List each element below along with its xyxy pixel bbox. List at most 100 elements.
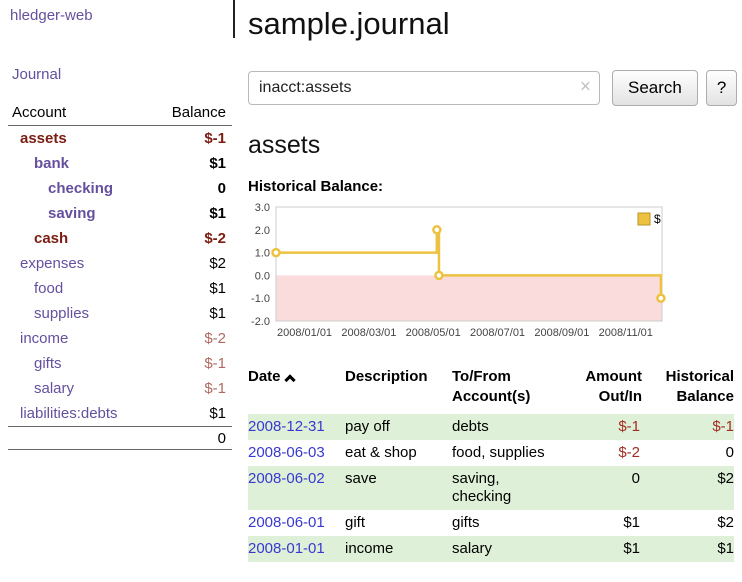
account-link-gifts[interactable]: gifts — [34, 355, 62, 372]
svg-text:2008/07/01: 2008/07/01 — [470, 327, 525, 339]
register-description: pay off — [345, 414, 452, 440]
register-accounts: gifts — [452, 510, 570, 536]
register-row: 2008-06-02 save saving, checking 0 $2 — [248, 466, 734, 510]
account-link-food[interactable]: food — [34, 280, 63, 297]
svg-text:-1.0: -1.0 — [251, 293, 270, 305]
account-link-assets[interactable]: assets — [20, 130, 67, 147]
account-balance: $-1 — [204, 380, 232, 397]
account-link-salary[interactable]: salary — [34, 380, 74, 397]
account-link-income[interactable]: income — [20, 330, 68, 347]
register-balance: $1 — [642, 536, 734, 562]
sidebar: hledger-web Journal Account Balance asse… — [0, 0, 236, 582]
register-header-date[interactable]: Date — [248, 367, 345, 414]
svg-text:2008/03/01: 2008/03/01 — [341, 327, 396, 339]
register-accounts: salary — [452, 536, 570, 562]
accounts-header-balance: Balance — [172, 104, 232, 121]
search-box: × — [248, 71, 600, 105]
account-row: liabilities:debts $1 — [8, 401, 232, 426]
svg-text:1.0: 1.0 — [255, 248, 270, 260]
register-amount: $1 — [570, 510, 642, 536]
account-row: income $-2 — [8, 326, 232, 351]
account-row: supplies $1 — [8, 301, 232, 326]
account-balance: $1 — [209, 155, 232, 172]
register-date-link[interactable]: 2008-12-31 — [248, 418, 325, 435]
account-row: bank $1 — [8, 151, 232, 176]
svg-text:3.0: 3.0 — [255, 202, 270, 214]
accounts-header-account: Account — [12, 104, 66, 121]
account-link-saving[interactable]: saving — [48, 205, 96, 222]
register-row: 2008-12-31 pay off debts $-1 $-1 — [248, 414, 734, 440]
sort-ascending-icon — [284, 374, 295, 385]
account-balance: $-1 — [204, 130, 232, 147]
account-link-cash[interactable]: cash — [34, 230, 68, 247]
account-row: gifts $-1 — [8, 351, 232, 376]
clear-search-icon[interactable]: × — [580, 77, 591, 99]
account-balance: $-2 — [204, 230, 232, 247]
divider — [233, 0, 235, 38]
register-header-amount: Amount Out/In — [570, 367, 642, 414]
help-button[interactable]: ? — [706, 70, 737, 106]
account-link-liabilities-debts[interactable]: liabilities:debts — [20, 405, 118, 422]
account-row: assets $-1 — [8, 126, 232, 151]
register-header-description: Description — [345, 367, 452, 414]
svg-text:-2.0: -2.0 — [251, 316, 270, 328]
svg-text:2008/09/01: 2008/09/01 — [534, 327, 589, 339]
register-balance: $-1 — [642, 414, 734, 440]
account-row: salary $-1 — [8, 376, 232, 401]
account-row: food $1 — [8, 276, 232, 301]
register-header-balance: Historical Balance — [642, 367, 734, 414]
account-row: cash $-2 — [8, 226, 232, 251]
account-row: saving $1 — [8, 201, 232, 226]
svg-text:2.0: 2.0 — [255, 225, 270, 237]
register-header-accounts: To/From Account(s) — [452, 367, 570, 414]
register-balance: $2 — [642, 466, 734, 510]
account-link-bank[interactable]: bank — [34, 155, 69, 172]
register-accounts: debts — [452, 414, 570, 440]
svg-text:$: $ — [654, 212, 661, 226]
account-balance: $-1 — [204, 355, 232, 372]
account-balance: $2 — [209, 255, 232, 272]
register-balance: $2 — [642, 510, 734, 536]
svg-text:2008/11/01: 2008/11/01 — [599, 327, 653, 339]
register-date-link[interactable]: 2008-06-02 — [248, 470, 325, 487]
svg-text:2008/01/01: 2008/01/01 — [277, 327, 332, 339]
account-link-supplies[interactable]: supplies — [34, 305, 89, 322]
register-accounts: food, supplies — [452, 440, 570, 466]
accounts-total-row: 0 — [8, 426, 232, 450]
register-amount: $-2 — [570, 440, 642, 466]
search-bar: × Search ? — [248, 70, 736, 106]
svg-text:2008/05/01: 2008/05/01 — [406, 327, 461, 339]
app-title-link[interactable]: hledger-web — [10, 7, 93, 24]
account-link-checking[interactable]: checking — [48, 180, 113, 197]
register-description: save — [345, 466, 452, 510]
account-balance: $1 — [209, 280, 232, 297]
register-description: income — [345, 536, 452, 562]
search-input[interactable] — [248, 71, 600, 105]
register-balance: 0 — [642, 440, 734, 466]
account-balance: $1 — [209, 305, 232, 322]
hledger-web-app: hledger-web Journal Account Balance asse… — [0, 0, 742, 582]
account-link-expenses[interactable]: expenses — [20, 255, 84, 272]
accounts-total: 0 — [218, 430, 232, 447]
register-row: 2008-06-03 eat & shop food, supplies $-2… — [248, 440, 734, 466]
accounts-table-header: Account Balance — [8, 100, 232, 126]
register-header-row: Date Description To/From Account(s) Amou… — [248, 367, 734, 414]
account-row: checking 0 — [8, 176, 232, 201]
search-button[interactable]: Search — [612, 70, 698, 106]
account-row: expenses $2 — [8, 251, 232, 276]
chart-title: Historical Balance: — [248, 178, 736, 195]
main-content: sample.journal × Search ? assets Histori… — [248, 0, 736, 562]
register-row: 2008-06-01 gift gifts $1 $2 — [248, 510, 734, 536]
register-date-link[interactable]: 2008-01-01 — [248, 540, 325, 557]
register-table: Date Description To/From Account(s) Amou… — [248, 367, 734, 562]
accounts-table: Account Balance assets $-1 bank $1 check… — [8, 100, 232, 450]
register-date-link[interactable]: 2008-06-01 — [248, 514, 325, 531]
nav-journal-link[interactable]: Journal — [12, 66, 61, 83]
historical-balance-chart: 3.0 2.0 1.0 0.0 -1.0 -2.0 2008/01/01 2008/03/01… — [248, 201, 718, 341]
account-balance: 0 — [218, 180, 232, 197]
register-accounts: saving, checking — [452, 466, 570, 510]
account-balance: $-2 — [204, 330, 232, 347]
svg-text:0.0: 0.0 — [255, 270, 270, 282]
register-description: gift — [345, 510, 452, 536]
register-date-link[interactable]: 2008-06-03 — [248, 444, 325, 461]
